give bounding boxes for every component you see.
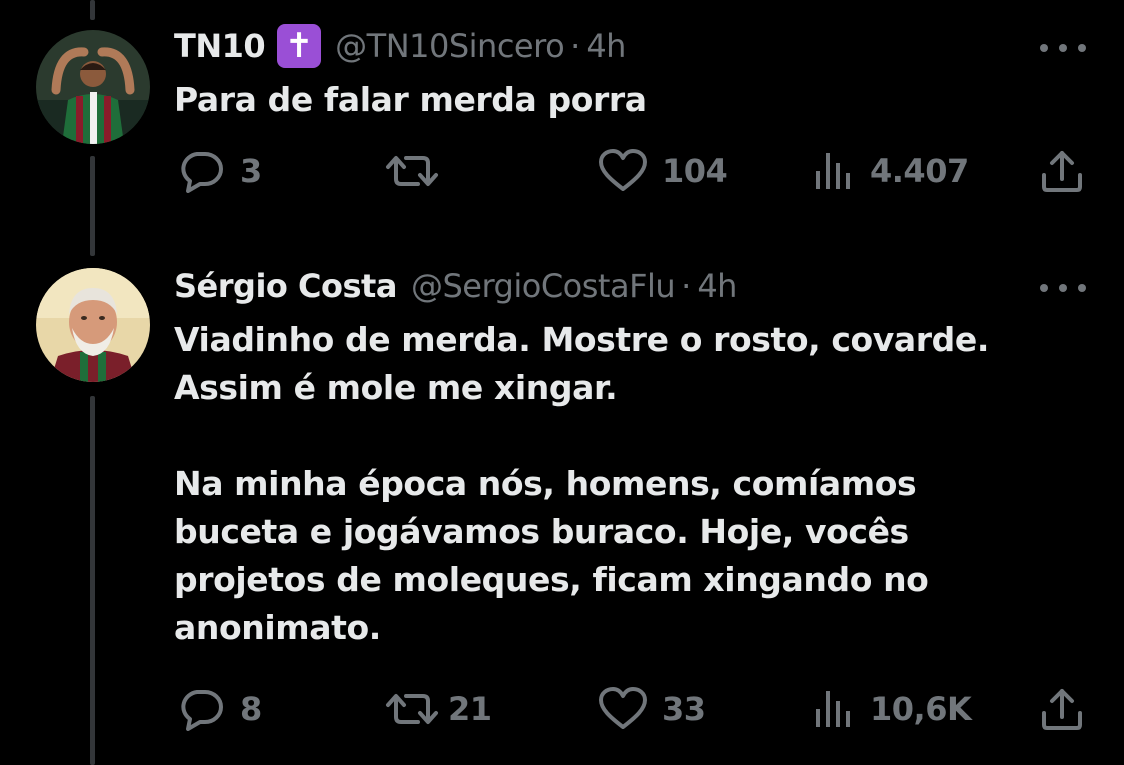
reply-count: 3: [240, 152, 262, 190]
reply-count: 8: [240, 690, 262, 728]
tweet-tn10[interactable]: TN10 ✝ @TN10Sincero · 4h Para de falar m…: [0, 0, 1124, 250]
avatar-man-photo: [36, 268, 150, 382]
reply-button[interactable]: 3: [176, 146, 262, 196]
tweet-paragraph: Para de falar merda porra: [174, 80, 647, 119]
handle[interactable]: @TN10Sincero: [335, 27, 565, 65]
action-bar: 8 21 33 10,6K: [0, 684, 1124, 734]
more-icon[interactable]: [1040, 278, 1086, 298]
timestamp[interactable]: 4h: [586, 27, 626, 65]
tweet-sergio-costa[interactable]: Sérgio Costa @SergioCostaFlu · 4h Viadin…: [0, 250, 1124, 765]
views-count: 10,6K: [870, 690, 972, 728]
display-name[interactable]: TN10: [174, 27, 266, 65]
reply-icon: [181, 152, 223, 193]
separator: ·: [681, 267, 692, 305]
tweet-header: TN10 ✝ @TN10Sincero · 4h: [174, 24, 626, 68]
more-icon[interactable]: [1040, 38, 1086, 58]
views-button[interactable]: 10,6K: [812, 684, 972, 734]
reply-icon: [181, 690, 223, 731]
tweet-paragraph: Na minha época nós, homens, comíamos buc…: [174, 464, 929, 647]
retweet-count: 21: [448, 690, 492, 728]
tweet-paragraph: Viadinho de merda. Mostre o rosto, covar…: [174, 320, 989, 407]
retweet-icon: [386, 156, 438, 186]
tweet-header: Sérgio Costa @SergioCostaFlu · 4h: [174, 264, 737, 308]
like-icon: [599, 149, 647, 191]
like-count: 104: [662, 152, 728, 190]
views-button[interactable]: 4.407: [812, 146, 969, 196]
tweet-text: Para de falar merda porra: [174, 76, 1074, 124]
share-button[interactable]: [1040, 146, 1084, 196]
reply-button[interactable]: 8: [176, 684, 262, 734]
timestamp[interactable]: 4h: [697, 267, 737, 305]
like-icon: [599, 687, 647, 729]
views-icon: [816, 153, 850, 189]
avatar[interactable]: [36, 30, 150, 144]
display-name[interactable]: Sérgio Costa: [174, 267, 397, 305]
share-icon: [1042, 151, 1082, 192]
views-icon: [816, 691, 850, 727]
like-button[interactable]: 104: [598, 146, 728, 196]
views-count: 4.407: [870, 152, 969, 190]
like-count: 33: [662, 690, 706, 728]
separator: ·: [570, 27, 581, 65]
retweet-button[interactable]: 21: [384, 684, 492, 734]
retweet-icon: [386, 694, 438, 724]
tweet-text: Viadinho de merda. Mostre o rosto, covar…: [174, 316, 1044, 652]
retweet-button[interactable]: [384, 146, 454, 196]
avatar[interactable]: [36, 268, 150, 382]
like-button[interactable]: 33: [598, 684, 706, 734]
handle[interactable]: @SergioCostaFlu: [411, 267, 676, 305]
share-button[interactable]: [1040, 684, 1084, 734]
avatar-player-photo: [36, 30, 150, 144]
latin-cross-badge-icon: ✝: [277, 24, 322, 68]
share-icon: [1042, 689, 1082, 730]
action-bar: 3 104 4.407: [0, 146, 1124, 196]
